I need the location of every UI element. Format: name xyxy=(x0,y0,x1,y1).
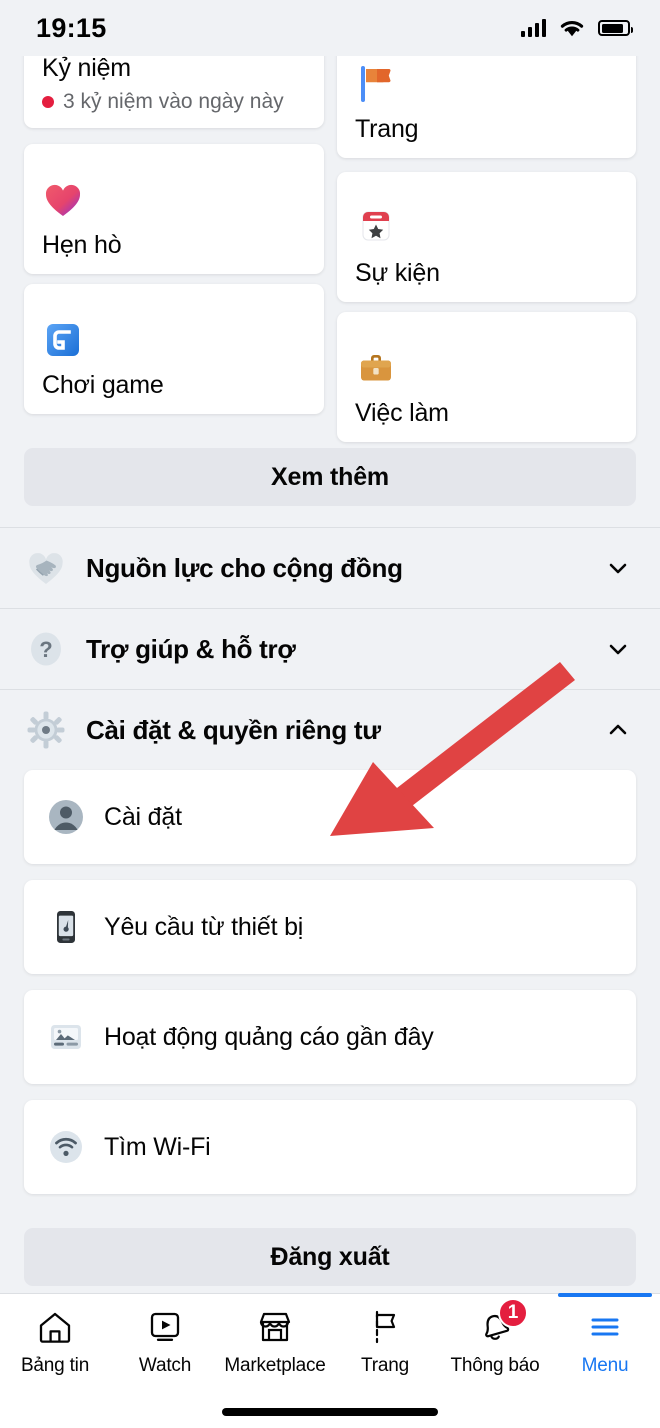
section-label: Nguồn lực cho cộng đồng xyxy=(86,552,403,583)
heart-icon xyxy=(42,179,84,221)
tab-label: Bảng tin xyxy=(20,1354,90,1376)
settings-item-label: Cài đặt xyxy=(104,802,182,831)
status-bar-clock: 19:15 xyxy=(36,12,107,43)
shortcut-title: Việc làm xyxy=(355,399,449,427)
section-row-help-support[interactable]: ? Trợ giúp & hỗ trợ xyxy=(0,608,660,689)
shortcut-subtitle: 3 kỷ niệm vào ngày này xyxy=(63,90,284,113)
shortcut-subtitle-row: 3 kỷ niệm vào ngày này xyxy=(42,90,306,114)
calendar-star-icon xyxy=(355,207,397,249)
shortcut-card-jobs[interactable]: Việc làm xyxy=(337,312,636,442)
home-indicator xyxy=(222,1408,438,1416)
flag-outline-icon xyxy=(366,1308,404,1346)
avatar-icon xyxy=(46,797,86,837)
shortcut-card-gaming[interactable]: Chơi game xyxy=(24,284,324,414)
wifi-find-icon xyxy=(46,1127,86,1167)
status-bar-icons xyxy=(521,18,633,38)
mobile-phone-icon xyxy=(46,907,86,947)
store-icon xyxy=(256,1308,294,1346)
shortcut-card-dating[interactable]: Hẹn hò xyxy=(24,144,324,274)
section-row-settings-privacy[interactable]: Cài đặt & quyền riêng tư xyxy=(0,689,660,770)
settings-submenu-list: Cài đặt Yêu cầu từ thiết bị Hoạt động qu… xyxy=(0,770,660,1210)
shortcut-title: Sự kiện xyxy=(355,259,440,287)
bell-icon: 1 xyxy=(476,1297,528,1346)
chevron-down-icon[interactable] xyxy=(606,556,630,580)
cellular-signal-icon xyxy=(521,19,546,37)
new-badge-dot xyxy=(42,96,54,108)
hamburger-icon xyxy=(586,1308,624,1346)
notification-badge: 1 xyxy=(498,1297,528,1328)
status-bar: 19:15 xyxy=(0,0,660,56)
tab-newsfeed[interactable]: Bảng tin xyxy=(0,1294,110,1390)
tab-notifications[interactable]: 1 Thông báo xyxy=(440,1294,550,1390)
home-icon xyxy=(36,1308,74,1346)
flag-icon xyxy=(355,63,397,105)
tab-list: Bảng tin Watch Marketplace Trang 1 Thông… xyxy=(0,1293,660,1390)
battery-icon xyxy=(598,20,633,36)
settings-item-label: Yêu cầu từ thiết bị xyxy=(104,912,304,941)
question-mark-icon: ? xyxy=(24,627,68,671)
sections-list: Nguồn lực cho cộng đồng ? Trợ giúp & hỗ … xyxy=(0,527,660,770)
gear-icon xyxy=(24,708,68,752)
settings-item-ad-activity[interactable]: Hoạt động quảng cáo gần đây xyxy=(24,990,636,1084)
handshake-heart-icon xyxy=(24,546,68,590)
shortcut-card-events[interactable]: Sự kiện xyxy=(337,172,636,302)
chevron-down-icon[interactable] xyxy=(606,637,630,661)
tab-label: Watch xyxy=(138,1354,192,1376)
see-more-button[interactable]: Xem thêm xyxy=(24,448,636,506)
settings-item-label: Tìm Wi-Fi xyxy=(104,1132,211,1161)
section-label: Trợ giúp & hỗ trợ xyxy=(86,633,296,664)
shortcut-title: Trang xyxy=(355,115,419,143)
settings-item-settings[interactable]: Cài đặt xyxy=(24,770,636,864)
logout-button[interactable]: Đăng xuất xyxy=(24,1228,636,1286)
chevron-up-icon[interactable] xyxy=(606,718,630,742)
wifi-icon xyxy=(560,21,584,37)
tab-label: Menu xyxy=(581,1354,629,1376)
facebook-menu-screen: 19:15 Kỷ niệm 3 kỷ niệm vào ngày này Tra… xyxy=(0,0,660,1428)
menu-scroll-content[interactable]: Kỷ niệm 3 kỷ niệm vào ngày này Trang Hẹn… xyxy=(0,56,660,1293)
section-row-community-resources[interactable]: Nguồn lực cho cộng đồng xyxy=(0,527,660,608)
svg-text:?: ? xyxy=(39,637,52,662)
settings-item-label: Hoạt động quảng cáo gần đây xyxy=(104,1022,434,1051)
section-label: Cài đặt & quyền riêng tư xyxy=(86,714,381,745)
shortcut-card-pages[interactable]: Trang xyxy=(337,56,636,158)
bottom-tab-bar: Bảng tin Watch Marketplace Trang 1 Thông… xyxy=(0,1293,660,1428)
play-video-icon xyxy=(146,1308,184,1346)
shortcut-title: Kỷ niệm xyxy=(42,56,131,82)
tab-marketplace[interactable]: Marketplace xyxy=(220,1294,330,1390)
tab-watch[interactable]: Watch xyxy=(110,1294,220,1390)
shortcut-title: Hẹn hò xyxy=(42,231,122,259)
settings-item-device-requests[interactable]: Yêu cầu từ thiết bị xyxy=(24,880,636,974)
tab-label: Thông báo xyxy=(450,1354,540,1376)
tab-label: Trang xyxy=(361,1354,409,1376)
settings-item-find-wifi[interactable]: Tìm Wi-Fi xyxy=(24,1100,636,1194)
tab-label: Marketplace xyxy=(224,1354,326,1376)
tab-pages[interactable]: Trang xyxy=(330,1294,440,1390)
briefcase-icon xyxy=(355,347,397,389)
ad-activity-icon xyxy=(46,1017,86,1057)
shortcut-card-memories[interactable]: Kỷ niệm 3 kỷ niệm vào ngày này xyxy=(24,56,324,128)
tab-menu[interactable]: Menu xyxy=(550,1293,660,1390)
shortcut-title: Chơi game xyxy=(42,371,164,399)
gaming-icon xyxy=(42,319,84,361)
